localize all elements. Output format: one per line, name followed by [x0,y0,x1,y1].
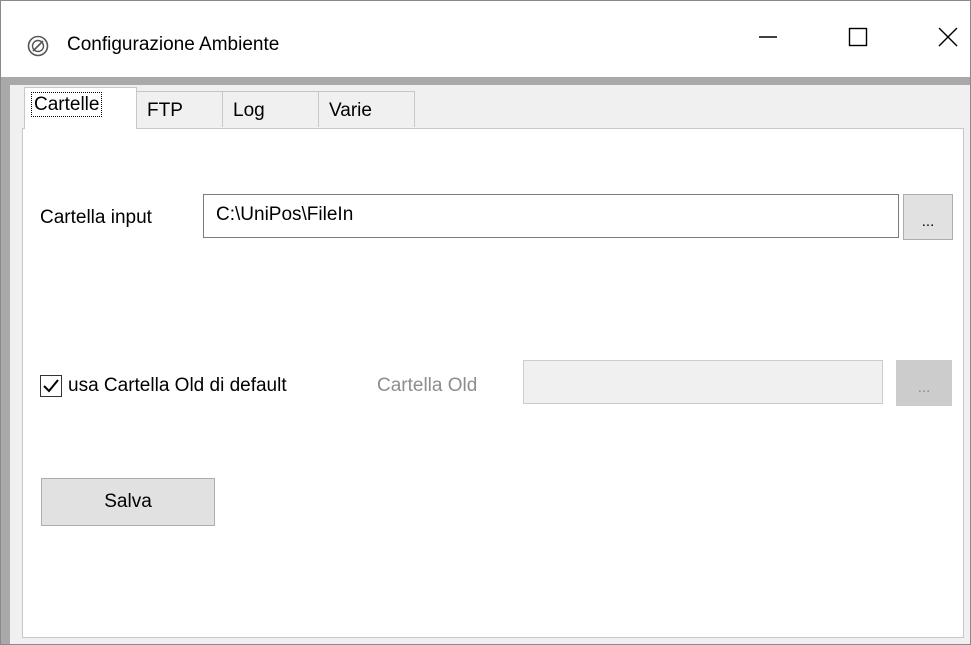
use-old-checkbox-label[interactable]: usa Cartella Old di default [68,375,287,397]
close-button[interactable] [903,1,971,77]
checkmark-icon [43,379,59,393]
window-title: Configurazione Ambiente [67,34,280,55]
tab-label: Varie [329,100,372,121]
tab-log[interactable]: Log [222,91,319,127]
cartella-input-browse-button[interactable]: ... [903,194,953,240]
tab-label: Cartelle [30,92,103,117]
title-separator [1,77,970,85]
cartella-input-label: Cartella input [40,207,152,228]
maximize-icon [847,26,869,53]
title-bar[interactable]: Configurazione Ambiente [1,1,970,77]
cartella-old-label: Cartella Old [377,375,478,396]
cartella-input-field[interactable]: C:\UniPos\FileIn [203,194,899,238]
minimize-icon [757,26,779,53]
settings-disc-icon [27,35,49,57]
tab-label: Log [233,100,265,121]
tab-page-cartelle: Cartella input C:\UniPos\FileIn ... usa … [22,128,964,638]
tab-strip: Cartelle FTP Log Varie [10,85,970,129]
minimize-button[interactable] [723,1,813,77]
use-old-checkbox[interactable] [40,375,62,397]
close-icon [937,26,959,53]
configurazione-window: Configurazione Ambiente Cartelle FTP Log… [0,0,971,645]
tab-label: FTP [147,100,183,121]
maximize-button[interactable] [813,1,903,77]
tab-ftp[interactable]: FTP [136,91,223,127]
cartella-old-field[interactable] [523,360,883,404]
cartella-old-browse-button[interactable]: ... [896,360,952,406]
tab-cartelle[interactable]: Cartelle [24,87,137,129]
tab-varie[interactable]: Varie [318,91,415,127]
left-border [1,85,10,644]
save-button[interactable]: Salva [41,478,215,526]
